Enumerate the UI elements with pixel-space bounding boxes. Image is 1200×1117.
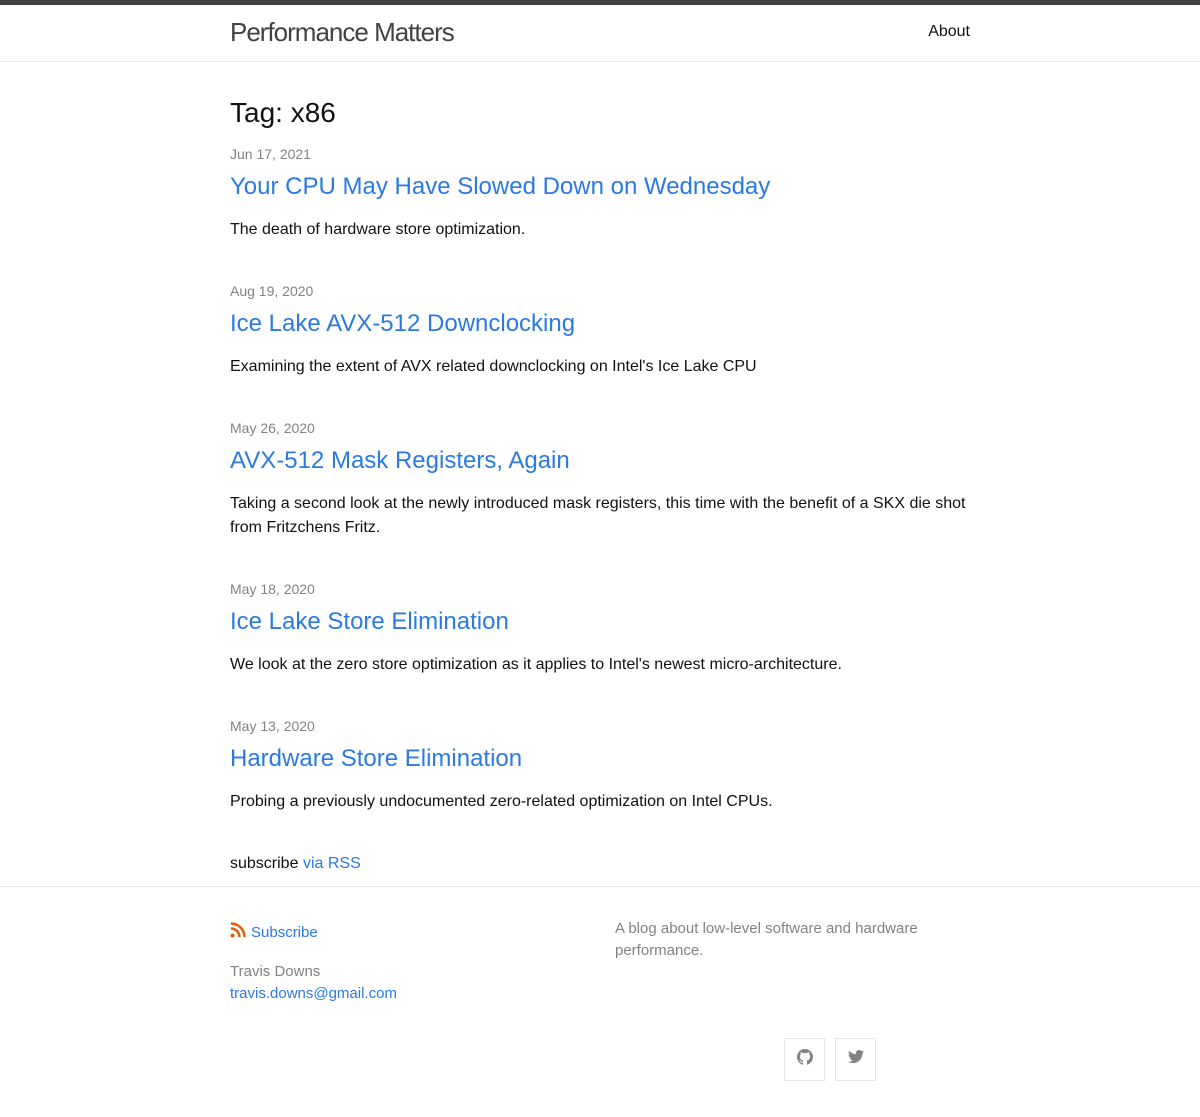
post-excerpt: Taking a second look at the newly introd… xyxy=(230,495,966,536)
footer-contact: Subscribe Travis Downs travis.downs@gmai… xyxy=(230,922,590,1005)
subscribe-text: subscribe xyxy=(230,855,299,872)
post-list: Jun 17, 2021 Your CPU May Have Slowed Do… xyxy=(230,145,970,814)
post-title-link[interactable]: Hardware Store Elimination xyxy=(230,745,970,773)
github-icon xyxy=(796,1049,813,1070)
post-date: May 26, 2020 xyxy=(230,420,315,436)
rss-link[interactable]: via RSS xyxy=(303,855,361,872)
author-email-link[interactable]: travis.downs@gmail.com xyxy=(230,983,590,1005)
post-date: Aug 19, 2020 xyxy=(230,283,314,299)
twitter-icon xyxy=(847,1050,864,1069)
nav-about-link[interactable]: About xyxy=(928,22,970,42)
post-excerpt: Examining the extent of AVX related down… xyxy=(230,358,757,375)
post-title-link[interactable]: AVX-512 Mask Registers, Again xyxy=(230,447,970,475)
footer-description: A blog about low-level software and hard… xyxy=(615,920,918,959)
post-excerpt: We look at the zero store optimization a… xyxy=(230,656,842,673)
post-title-link[interactable]: Ice Lake Store Elimination xyxy=(230,608,970,636)
post-title-link[interactable]: Your CPU May Have Slowed Down on Wednesd… xyxy=(230,173,970,201)
footer-subscribe: Subscribe xyxy=(230,922,590,944)
social-links xyxy=(784,1038,876,1081)
post-excerpt: The death of hardware store optimization… xyxy=(230,221,526,238)
post-excerpt: Probing a previously undocumented zero-r… xyxy=(230,793,773,810)
subscribe-line: subscribe via RSS xyxy=(230,852,970,876)
site-footer: Subscribe Travis Downs travis.downs@gmai… xyxy=(0,886,1200,1117)
post-date: May 13, 2020 xyxy=(230,718,315,734)
post-date: Jun 17, 2021 xyxy=(230,146,311,162)
post-item: May 18, 2020 Ice Lake Store Elimination … xyxy=(230,580,970,677)
site-title[interactable]: Performance Matters xyxy=(230,17,455,47)
site-header: Performance Matters About xyxy=(0,5,1200,62)
post-item: Aug 19, 2020 Ice Lake AVX-512 Downclocki… xyxy=(230,282,970,379)
post-item: May 13, 2020 Hardware Store Elimination … xyxy=(230,717,970,814)
twitter-button[interactable] xyxy=(835,1038,876,1081)
main-content: Tag: x86 Jun 17, 2021 Your CPU May Have … xyxy=(230,62,970,876)
github-button[interactable] xyxy=(784,1038,825,1081)
page-title: Tag: x86 xyxy=(230,97,336,128)
post-title-link[interactable]: Ice Lake AVX-512 Downclocking xyxy=(230,310,970,338)
rss-icon[interactable] xyxy=(230,922,246,944)
author-name: Travis Downs xyxy=(230,963,321,980)
footer-subscribe-link[interactable]: Subscribe xyxy=(251,923,318,943)
post-item: Jun 17, 2021 Your CPU May Have Slowed Do… xyxy=(230,145,970,242)
post-item: May 26, 2020 AVX-512 Mask Registers, Aga… xyxy=(230,419,970,540)
post-date: May 18, 2020 xyxy=(230,581,315,597)
